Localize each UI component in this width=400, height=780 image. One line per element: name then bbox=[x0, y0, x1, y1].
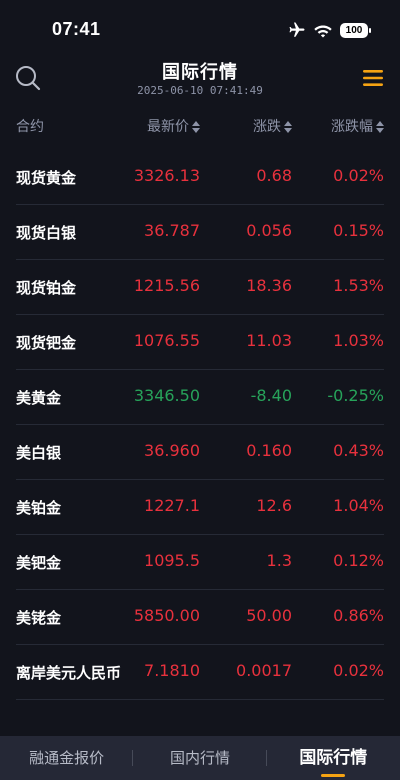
latest-price: 36.787 bbox=[144, 221, 200, 240]
quote-list: 现货黄金 3326.13 0.68 0.02% 现货白银 36.787 0.05… bbox=[0, 150, 400, 700]
column-price-sort[interactable]: 最新价 bbox=[147, 116, 200, 136]
latest-price: 7.1810 bbox=[144, 661, 200, 680]
latest-price: 3346.50 bbox=[133, 386, 200, 405]
tab-label: 融通金报价 bbox=[29, 749, 105, 767]
latest-price: 3326.13 bbox=[133, 166, 200, 185]
contract-name: 现货黄金 bbox=[16, 169, 77, 187]
column-header: 合约 最新价 涨跌 涨跌幅 bbox=[0, 116, 400, 138]
menu-button[interactable] bbox=[362, 68, 384, 88]
column-change-sort[interactable]: 涨跌 bbox=[253, 116, 292, 136]
column-pct-label: 涨跌幅 bbox=[331, 119, 373, 135]
sort-icon bbox=[192, 121, 200, 133]
price-change-pct: 0.43% bbox=[333, 441, 384, 460]
airplane-icon bbox=[289, 22, 305, 37]
status-bar: 07:41 100 bbox=[0, 0, 400, 58]
contract-name: 现货钯金 bbox=[16, 334, 77, 352]
table-row[interactable]: 现货黄金 3326.13 0.68 0.02% bbox=[16, 150, 384, 205]
contract-name: 美白银 bbox=[16, 444, 62, 462]
table-row[interactable]: 现货白银 36.787 0.056 0.15% bbox=[16, 205, 384, 260]
active-tab-indicator bbox=[321, 774, 346, 777]
column-name: 合约 bbox=[16, 119, 44, 135]
price-change: 11.03 bbox=[246, 331, 292, 350]
price-change: 1.3 bbox=[266, 551, 292, 570]
price-change-pct: 1.03% bbox=[333, 331, 384, 350]
price-change: 50.00 bbox=[246, 606, 292, 625]
contract-name: 美铂金 bbox=[16, 499, 62, 517]
column-price-label: 最新价 bbox=[147, 119, 189, 135]
price-change-pct: 0.02% bbox=[333, 661, 384, 680]
price-change: -8.40 bbox=[250, 386, 292, 405]
price-change-pct: 0.12% bbox=[333, 551, 384, 570]
page-timestamp: 2025-06-10 07:41:49 bbox=[137, 84, 263, 97]
table-row[interactable]: 离岸美元人民币 7.1810 0.0017 0.02% bbox=[16, 645, 384, 700]
price-change-pct: 0.02% bbox=[333, 166, 384, 185]
bottom-tab-bar: 融通金报价 国内行情 国际行情 bbox=[0, 736, 400, 780]
contract-name: 现货铂金 bbox=[16, 279, 77, 297]
price-change-pct: 1.53% bbox=[333, 276, 384, 295]
wifi-icon bbox=[314, 25, 332, 38]
sort-icon bbox=[284, 121, 292, 133]
latest-price: 1215.56 bbox=[133, 276, 200, 295]
table-row[interactable]: 美钯金 1095.5 1.3 0.12% bbox=[16, 535, 384, 590]
contract-name: 美铑金 bbox=[16, 609, 62, 627]
sort-icon bbox=[376, 121, 384, 133]
price-change-pct: 1.04% bbox=[333, 496, 384, 515]
latest-price: 1076.55 bbox=[133, 331, 200, 350]
latest-price: 1227.1 bbox=[144, 496, 200, 515]
price-change: 18.36 bbox=[246, 276, 292, 295]
table-row[interactable]: 美铑金 5850.00 50.00 0.86% bbox=[16, 590, 384, 645]
table-row[interactable]: 现货铂金 1215.56 18.36 1.53% bbox=[16, 260, 384, 315]
price-change: 0.68 bbox=[256, 166, 292, 185]
contract-name: 美钯金 bbox=[16, 554, 62, 572]
latest-price: 36.960 bbox=[144, 441, 200, 460]
status-icons: 100 bbox=[288, 20, 371, 40]
table-row[interactable]: 美铂金 1227.1 12.6 1.04% bbox=[16, 480, 384, 535]
menu-icon bbox=[363, 70, 383, 86]
battery-icon: 100 bbox=[340, 22, 371, 38]
price-change-pct: 0.15% bbox=[333, 221, 384, 240]
price-change: 12.6 bbox=[256, 496, 292, 515]
price-change-pct: 0.86% bbox=[333, 606, 384, 625]
price-change: 0.0017 bbox=[236, 661, 292, 680]
table-row[interactable]: 美白银 36.960 0.160 0.43% bbox=[16, 425, 384, 480]
tab-label: 国内行情 bbox=[169, 749, 230, 767]
header: 国际行情 2025-06-10 07:41:49 bbox=[0, 58, 400, 108]
tab-domestic-quotes[interactable]: 国内行情 bbox=[133, 736, 267, 780]
contract-name: 现货白银 bbox=[16, 224, 77, 242]
page-title: 国际行情 bbox=[162, 62, 238, 83]
status-time: 07:41 bbox=[52, 19, 101, 39]
table-row[interactable]: 美黄金 3346.50 -8.40 -0.25% bbox=[16, 370, 384, 425]
tab-label: 国际行情 bbox=[299, 748, 368, 768]
column-pct-sort[interactable]: 涨跌幅 bbox=[331, 116, 384, 136]
contract-name: 美黄金 bbox=[16, 389, 62, 407]
price-change: 0.056 bbox=[246, 221, 292, 240]
price-change-pct: -0.25% bbox=[327, 386, 384, 405]
tab-international-quotes[interactable]: 国际行情 bbox=[267, 736, 400, 780]
contract-name: 离岸美元人民币 bbox=[16, 664, 122, 682]
latest-price: 5850.00 bbox=[133, 606, 200, 625]
table-row[interactable]: 现货钯金 1076.55 11.03 1.03% bbox=[16, 315, 384, 370]
price-change: 0.160 bbox=[246, 441, 292, 460]
latest-price: 1095.5 bbox=[144, 551, 200, 570]
tab-rongtong-quotes[interactable]: 融通金报价 bbox=[0, 736, 134, 780]
column-change-label: 涨跌 bbox=[253, 119, 281, 135]
